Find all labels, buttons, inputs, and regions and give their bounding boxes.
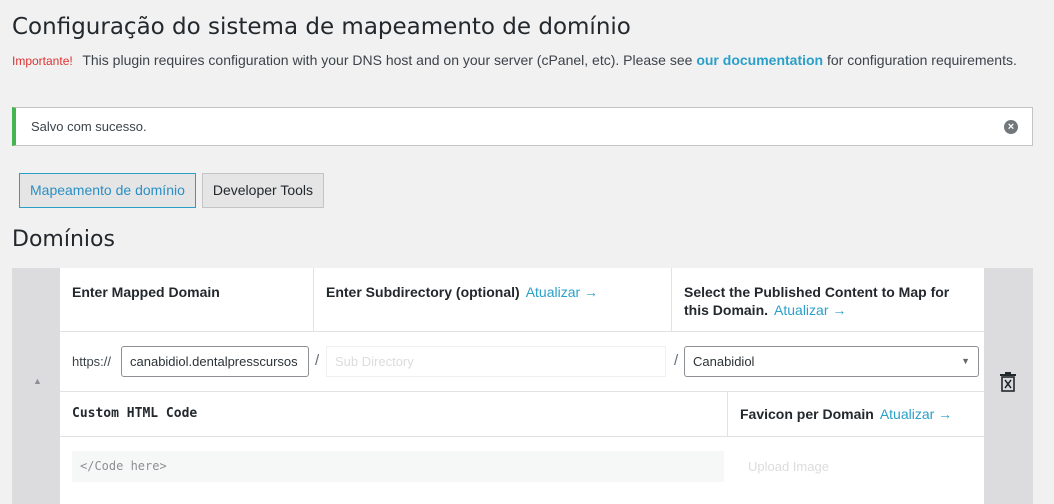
config-notice: Importante! This plugin requires configu… [12, 52, 1022, 70]
custom-header-row: Custom HTML Code Favicon per Domain Atual… [60, 392, 984, 437]
success-message: Salvo com sucesso. [31, 119, 147, 134]
protocol-label: https:// [72, 354, 112, 369]
subdirectory-header: Enter Subdirectory (optional) Atualizar → [314, 268, 672, 331]
domain-input-row: https:// / / Canabidiol ▼ [60, 332, 984, 392]
published-content-select[interactable]: Canabidiol ▼ [684, 346, 979, 377]
mapped-domain-label: Enter Mapped Domain [72, 284, 220, 300]
custom-html-label: Custom HTML Code [72, 406, 198, 421]
favicon-label: Favicon per Domain [740, 406, 874, 422]
tab-bar: Mapeamento de domínio Developer Tools [19, 173, 325, 208]
caret-down-icon: ▼ [961, 356, 970, 366]
documentation-link[interactable]: our documentation [696, 52, 823, 68]
tab-domain-mapping[interactable]: Mapeamento de domínio [19, 173, 196, 208]
page-title: Configuração do sistema de mapeamento de… [12, 14, 631, 40]
slash-separator: / [315, 352, 320, 369]
triangle-up-icon[interactable]: ▲ [33, 376, 42, 386]
tab-developer-tools[interactable]: Developer Tools [201, 173, 325, 208]
close-circle-icon[interactable]: × [1004, 119, 1018, 134]
subdirectory-input[interactable] [326, 346, 666, 377]
domain-mapping-card: Enter Mapped Domain Enter Subdirectory (… [60, 268, 984, 504]
domain-header-row: Enter Mapped Domain Enter Subdirectory (… [60, 268, 984, 332]
domains-section-title: Domínios [12, 227, 115, 252]
custom-html-header: Custom HTML Code [60, 392, 728, 436]
mapped-domain-input[interactable] [121, 346, 309, 377]
selected-content-value: Canabidiol [693, 354, 755, 369]
notice-text-before: This plugin requires configuration with … [82, 52, 693, 68]
custom-html-code-input[interactable] [72, 451, 724, 482]
domains-panel: ▲ Enter Mapped Domain Enter Subdirectory… [12, 268, 1033, 504]
important-label: Importante! [12, 54, 73, 68]
published-content-header: Select the Published Content to Map for … [672, 268, 984, 331]
favicon-update-link[interactable]: Atualizar → [880, 406, 952, 422]
favicon-header: Favicon per Domain Atualizar → [728, 392, 964, 436]
success-notice: Salvo com sucesso. × [12, 107, 1033, 146]
subdirectory-label: Enter Subdirectory (optional) [326, 284, 520, 300]
notice-text-after: for configuration requirements. [827, 52, 1017, 68]
slash-separator: / [674, 352, 679, 369]
published-content-update-link[interactable]: Atualizar → [774, 302, 846, 318]
mapped-domain-header: Enter Mapped Domain [60, 268, 314, 331]
upload-image-button[interactable]: Upload Image [748, 459, 829, 474]
subdirectory-update-link[interactable]: Atualizar → [526, 284, 598, 300]
trash-icon[interactable] [999, 372, 1017, 392]
